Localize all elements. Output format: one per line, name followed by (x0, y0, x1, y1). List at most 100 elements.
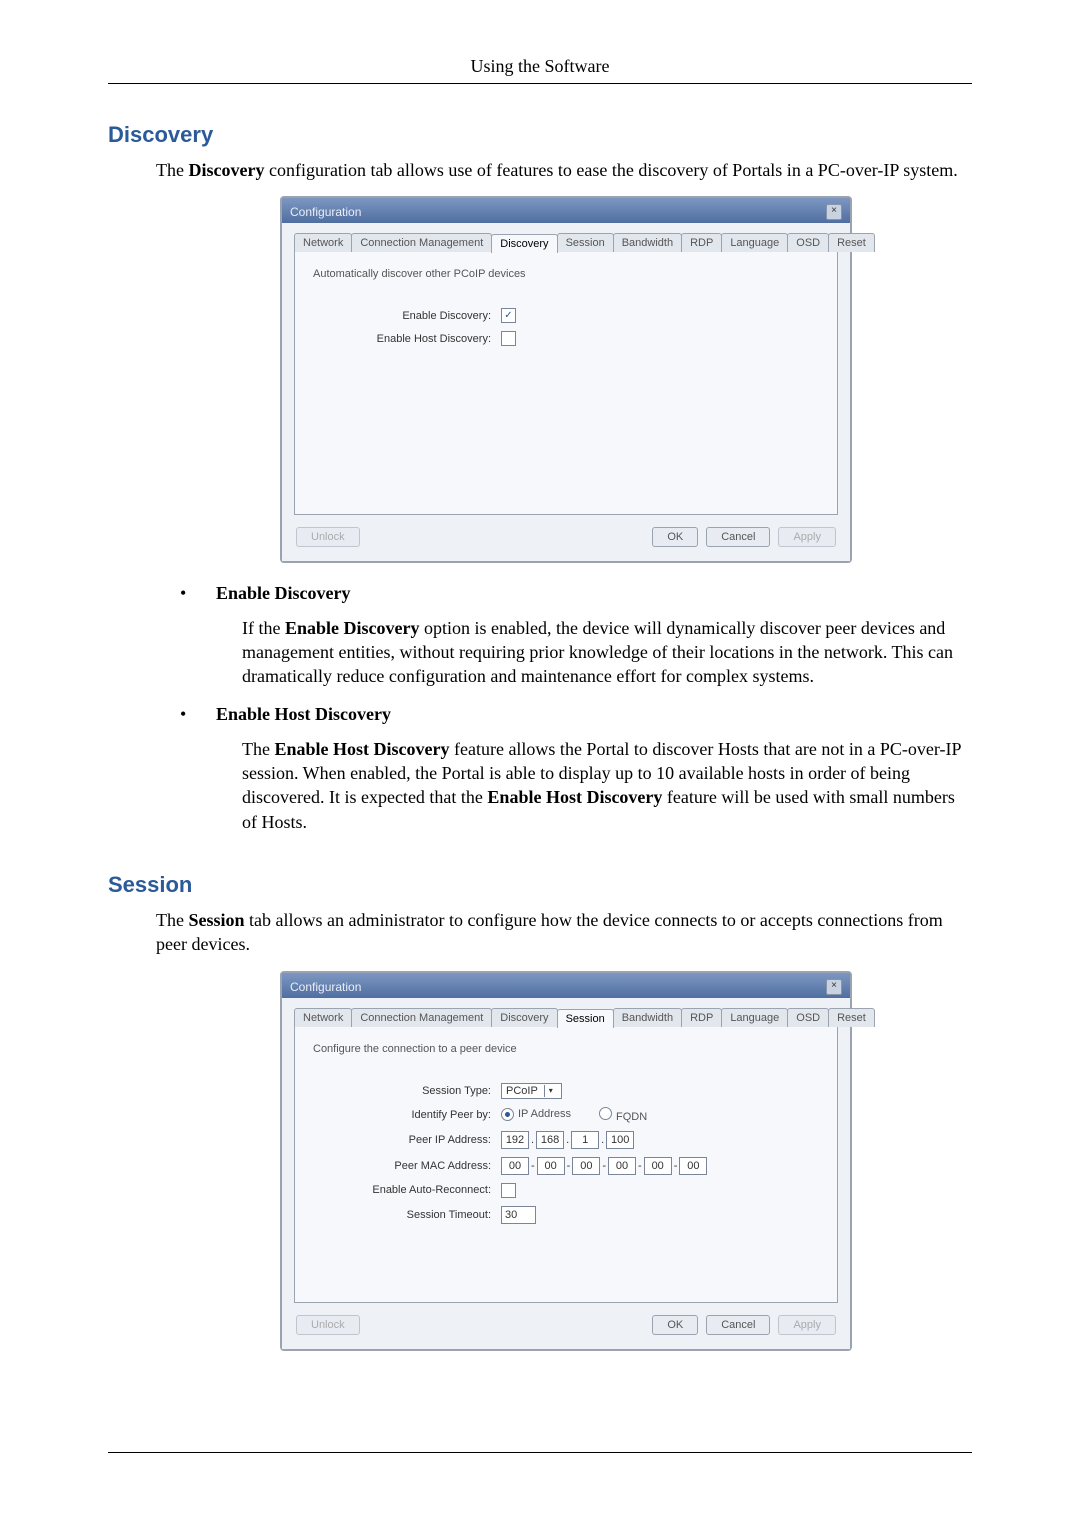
tab-rdp[interactable]: RDP (681, 1008, 722, 1027)
text: If the (242, 618, 285, 638)
bottom-rule (108, 1452, 972, 1453)
session-intro: The Session tab allows an administrator … (156, 908, 972, 957)
tab-reset[interactable]: Reset (828, 233, 875, 252)
close-icon[interactable]: × (826, 979, 842, 995)
radio-option-fqdn[interactable]: FQDN (599, 1107, 647, 1123)
cancel-button[interactable]: Cancel (706, 527, 770, 547)
label-identify-peer-by: Identify Peer by: (311, 1109, 501, 1121)
mac-octet[interactable]: 00 (537, 1157, 565, 1175)
checkbox-enable-discovery[interactable] (501, 308, 516, 323)
mac-octet[interactable]: 00 (644, 1157, 672, 1175)
ok-button[interactable]: OK (652, 1315, 698, 1335)
ip-octet[interactable]: 100 (606, 1131, 634, 1149)
text: The (156, 160, 188, 180)
tab-connection-management[interactable]: Connection Management (351, 1008, 492, 1027)
tab-osd[interactable]: OSD (787, 233, 829, 252)
bullet-title: Enable Host Discovery (216, 704, 391, 724)
bullet-title: Enable Discovery (216, 583, 351, 603)
radio-option-ip[interactable]: IP Address (501, 1108, 571, 1121)
window-title: Configuration (290, 205, 361, 219)
heading-session: Session (108, 872, 972, 898)
title-bar: Configuration × (282, 198, 850, 223)
tab-connection-management[interactable]: Connection Management (351, 233, 492, 252)
text-strong: Enable Host Discovery (487, 787, 662, 807)
mac-octet[interactable]: 00 (679, 1157, 707, 1175)
radio-icon (599, 1107, 612, 1120)
title-bar: Configuration × (282, 973, 850, 998)
cancel-button[interactable]: Cancel (706, 1315, 770, 1335)
session-type-select[interactable]: PCoIP ▾ (501, 1083, 562, 1099)
ok-button[interactable]: OK (652, 527, 698, 547)
tab-discovery[interactable]: Discovery (491, 234, 557, 253)
radio-icon (501, 1108, 514, 1121)
bullet-list: Enable Discovery If the Enable Discovery… (180, 581, 972, 834)
mac-octet[interactable]: 00 (572, 1157, 600, 1175)
select-value: PCoIP (506, 1085, 538, 1097)
apply-button[interactable]: Apply (778, 1315, 836, 1335)
text-strong: Discovery (188, 160, 264, 180)
bullet-enable-discovery: Enable Discovery If the Enable Discovery… (180, 581, 972, 688)
session-timeout-input[interactable]: 30 (501, 1206, 536, 1224)
text-strong: Session (188, 910, 244, 930)
tab-panel: Configure the connection to a peer devic… (294, 1026, 838, 1303)
tab-panel: Automatically discover other PCoIP devic… (294, 251, 838, 515)
label-session-timeout: Session Timeout: (311, 1209, 501, 1221)
bullet-body: If the Enable Discovery option is enable… (216, 616, 972, 689)
button-row: Unlock OK Cancel Apply (294, 523, 838, 549)
window-title: Configuration (290, 980, 361, 994)
label-enable-host-discovery: Enable Host Discovery: (311, 333, 501, 345)
tab-session[interactable]: Session (557, 1009, 614, 1028)
apply-button[interactable]: Apply (778, 527, 836, 547)
tab-session[interactable]: Session (557, 233, 614, 252)
tab-language[interactable]: Language (721, 1008, 788, 1027)
checkbox-auto-reconnect[interactable] (501, 1183, 516, 1198)
ip-octet[interactable]: 192 (501, 1131, 529, 1149)
config-window-discovery: Configuration × Network Connection Manag… (280, 196, 852, 563)
label-peer-mac: Peer MAC Address: (311, 1160, 501, 1172)
panel-description: Automatically discover other PCoIP devic… (313, 268, 821, 280)
bullet-body: The Enable Host Discovery feature allows… (216, 737, 972, 834)
unlock-button[interactable]: Unlock (296, 527, 360, 547)
heading-discovery: Discovery (108, 122, 972, 148)
ip-octet[interactable]: 168 (536, 1131, 564, 1149)
label-peer-ip: Peer IP Address: (311, 1134, 501, 1146)
text: The (156, 910, 188, 930)
radio-label: FQDN (616, 1111, 647, 1123)
mac-address-input[interactable]: 00- 00- 00- 00- 00- 00 (501, 1157, 707, 1175)
ip-octet[interactable]: 1 (571, 1131, 599, 1149)
top-rule (108, 83, 972, 84)
config-window-session: Configuration × Network Connection Manag… (280, 971, 852, 1351)
tab-bandwidth[interactable]: Bandwidth (613, 1008, 682, 1027)
label-enable-discovery: Enable Discovery: (311, 310, 501, 322)
tab-osd[interactable]: OSD (787, 1008, 829, 1027)
bullet-enable-host-discovery: Enable Host Discovery The Enable Host Di… (180, 702, 972, 833)
chevron-down-icon: ▾ (544, 1085, 557, 1097)
mac-octet[interactable]: 00 (501, 1157, 529, 1175)
close-icon[interactable]: × (826, 204, 842, 220)
tabs: Network Connection Management Discovery … (294, 233, 838, 252)
panel-description: Configure the connection to a peer devic… (313, 1043, 821, 1055)
tab-bandwidth[interactable]: Bandwidth (613, 233, 682, 252)
text: tab allows an administrator to configure… (156, 910, 943, 954)
ip-address-input[interactable]: 192. 168. 1. 100 (501, 1131, 634, 1149)
mac-octet[interactable]: 00 (608, 1157, 636, 1175)
tab-rdp[interactable]: RDP (681, 233, 722, 252)
running-header: Using the Software (108, 56, 972, 77)
text: configuration tab allows use of features… (264, 160, 957, 180)
text-strong: Enable Discovery (285, 618, 420, 638)
label-session-type: Session Type: (311, 1085, 501, 1097)
tab-network[interactable]: Network (294, 1008, 352, 1027)
discovery-intro: The Discovery configuration tab allows u… (156, 158, 972, 182)
tab-discovery[interactable]: Discovery (491, 1008, 557, 1027)
tab-language[interactable]: Language (721, 233, 788, 252)
tab-network[interactable]: Network (294, 233, 352, 252)
button-row: Unlock OK Cancel Apply (294, 1311, 838, 1337)
text: The (242, 739, 274, 759)
checkbox-enable-host-discovery[interactable] (501, 331, 516, 346)
text-strong: Enable Host Discovery (274, 739, 449, 759)
unlock-button[interactable]: Unlock (296, 1315, 360, 1335)
tab-reset[interactable]: Reset (828, 1008, 875, 1027)
tabs: Network Connection Management Discovery … (294, 1008, 838, 1027)
radio-label: IP Address (518, 1108, 571, 1120)
label-auto-reconnect: Enable Auto-Reconnect: (311, 1184, 501, 1196)
